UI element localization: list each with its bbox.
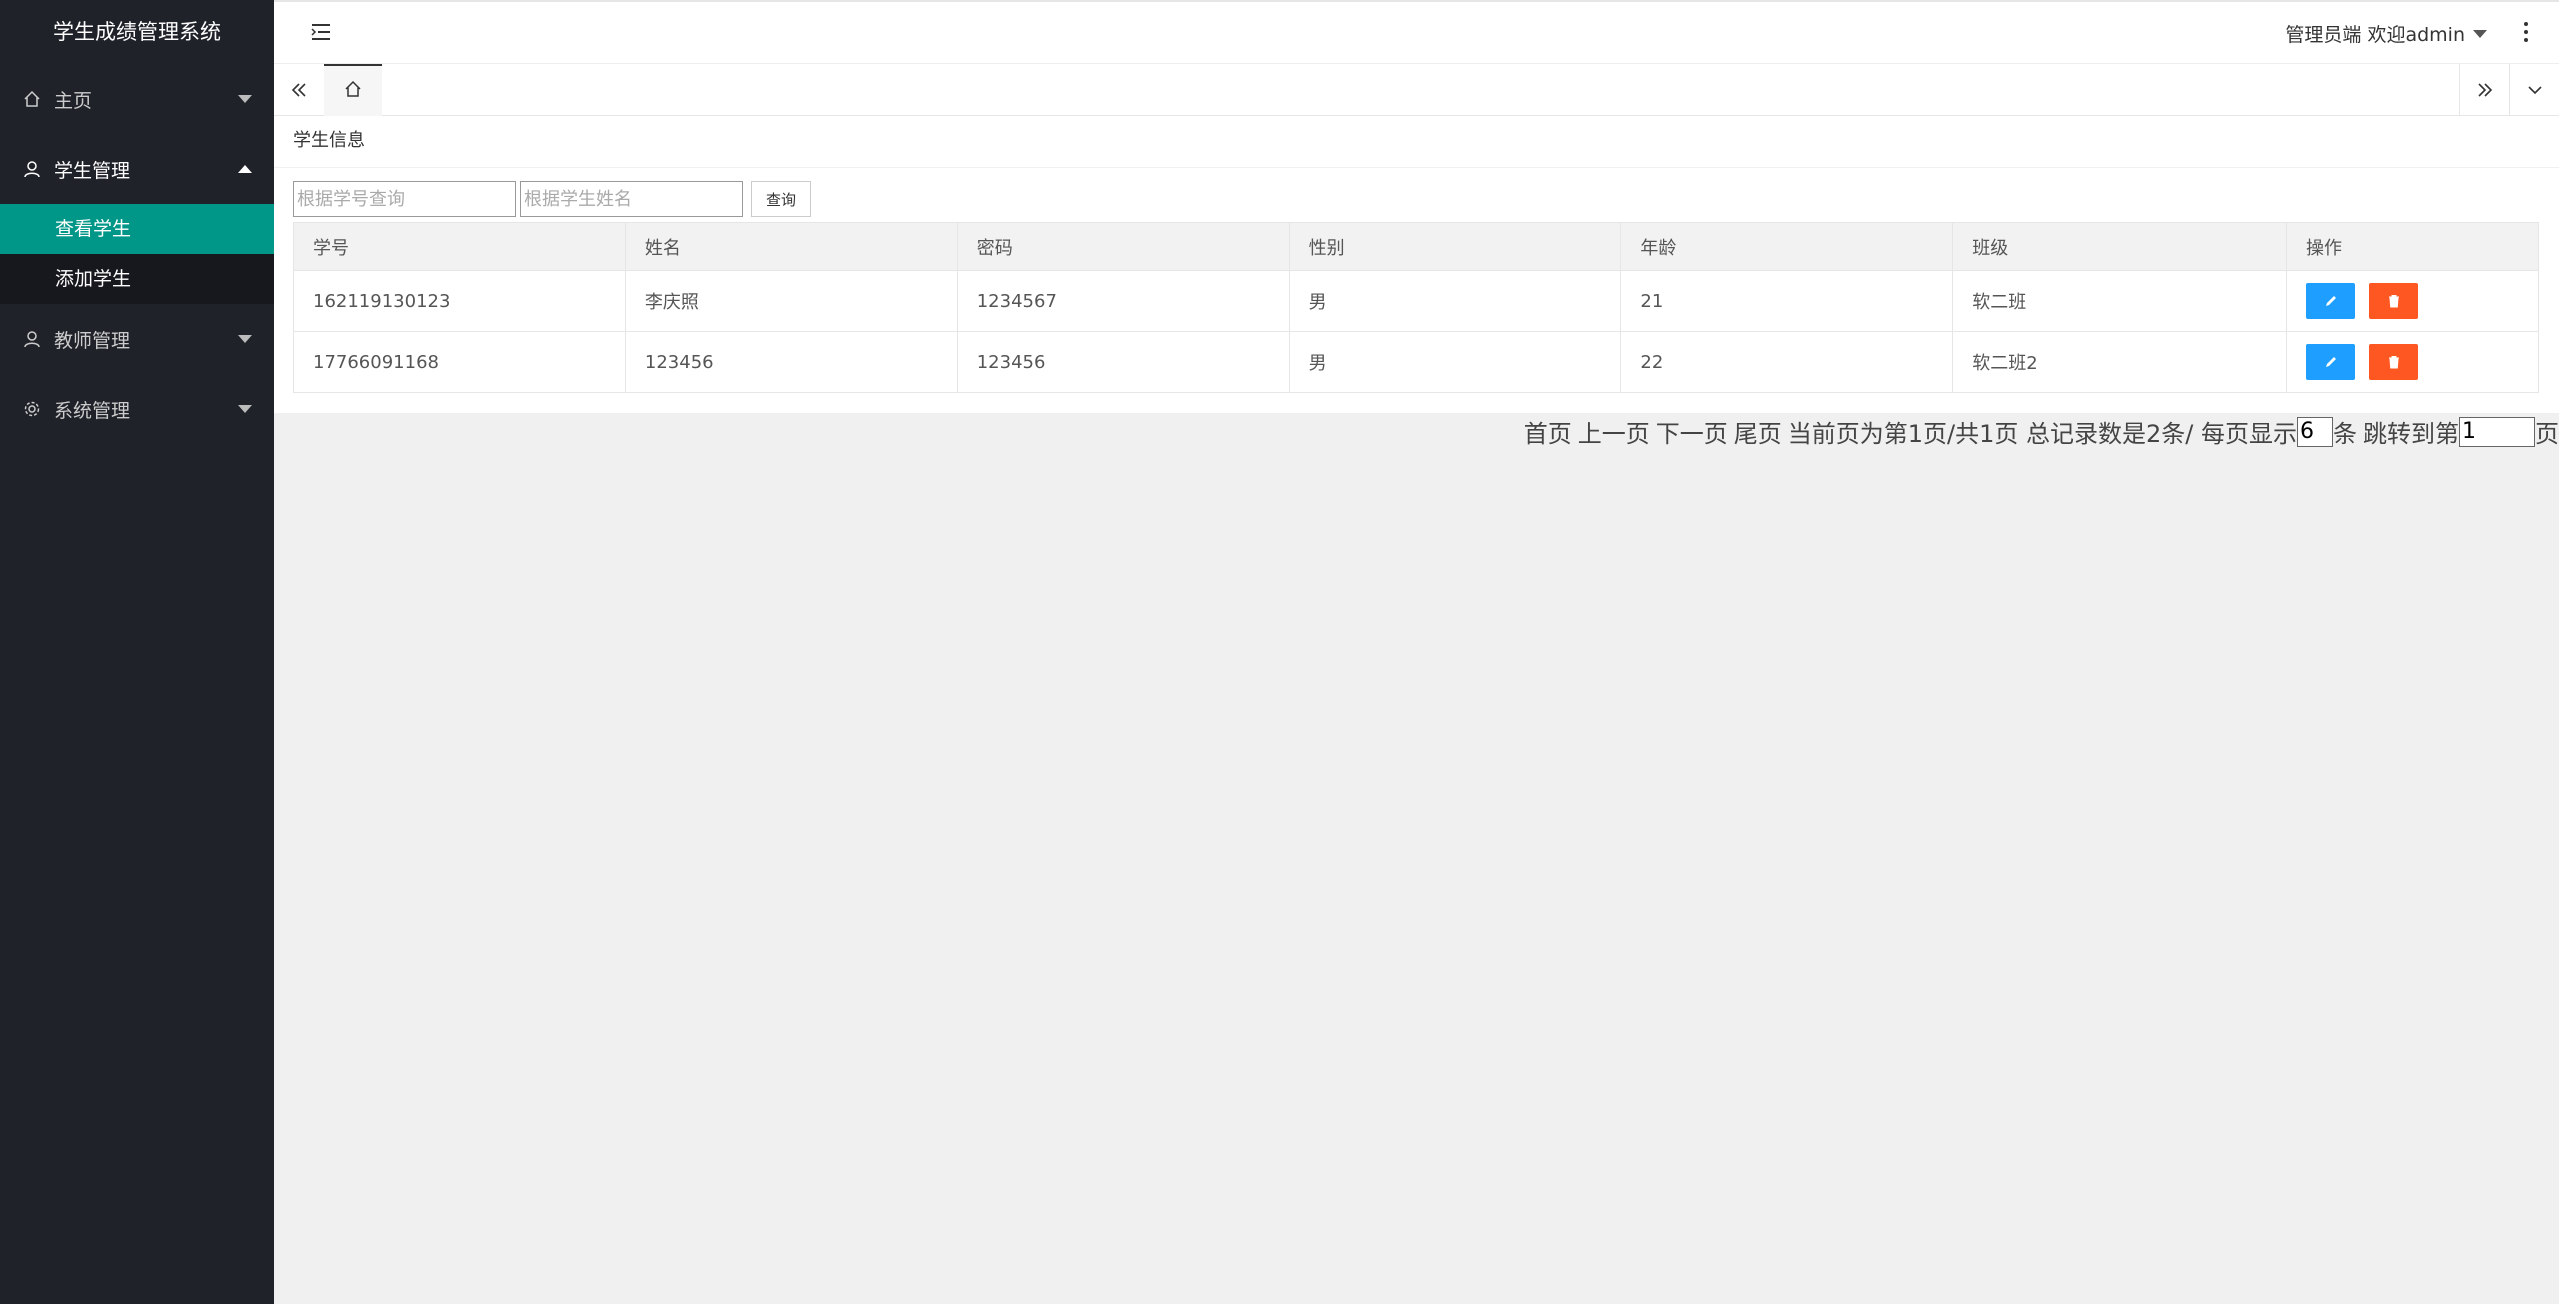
table-row: 162119130123 李庆照 1234567 男 21 软二班 — [293, 270, 2539, 332]
sidebar-item-label: 主页 — [54, 89, 93, 112]
column-header-gender: 性别 — [1288, 222, 1622, 271]
chevron-down-icon — [238, 335, 252, 343]
pagination: 首页 上一页 下一页 尾页 当前页为第1页/共1页 总记录数是2条/ 每页显示 … — [1524, 414, 2559, 449]
tab-home[interactable] — [324, 64, 382, 116]
sidebar-item-label: 教师管理 — [54, 329, 131, 352]
pencil-icon — [2325, 357, 2336, 367]
student-name-search-input[interactable] — [520, 181, 743, 217]
search-button[interactable]: 查询 — [751, 181, 812, 217]
tabs-scroll-left-icon[interactable] — [274, 64, 324, 116]
cell-password: 123456 — [956, 331, 1290, 393]
user-menu[interactable]: 管理员端 欢迎admin — [2285, 20, 2487, 47]
tab-bar — [274, 64, 2559, 116]
sidebar: 学生成绩管理系统 主页 学生管理 查看学生 添加学生 教师管理 系统管理 — [0, 0, 274, 1304]
sidebar-item-student-management[interactable]: 学生管理 — [0, 134, 274, 204]
cell-actions — [2286, 270, 2539, 332]
next-page-link[interactable]: 下一页 — [1656, 414, 1728, 449]
search-bar: 查询 — [293, 180, 2540, 218]
home-icon — [344, 80, 362, 102]
column-header-actions: 操作 — [2286, 222, 2539, 271]
delete-button[interactable] — [2369, 283, 2419, 319]
page-status-text: 当前页为第1页/共1页 总记录数是2条/ 每页显示 — [1787, 420, 2297, 448]
prev-page-link[interactable]: 上一页 — [1578, 414, 1650, 449]
student-info-panel: 学生信息 查询 学号 姓名 密码 性别 年龄 班级 — [274, 116, 2559, 413]
edit-button[interactable] — [2306, 283, 2356, 319]
cell-age: 21 — [1620, 270, 1954, 332]
cell-student-id: 162119130123 — [293, 270, 626, 332]
trash-icon — [2388, 356, 2399, 369]
user-icon — [22, 329, 42, 349]
trash-icon — [2388, 295, 2399, 308]
sidebar-item-home[interactable]: 主页 — [0, 64, 274, 134]
jump-page-input[interactable] — [2459, 416, 2535, 447]
gear-icon — [22, 399, 42, 419]
page-size-unit: 条 — [2333, 420, 2357, 448]
chevron-up-icon — [238, 165, 252, 173]
sidebar-item-label: 学生管理 — [54, 159, 131, 182]
tabs-menu-chevron-down-icon[interactable] — [2509, 64, 2559, 116]
more-options-icon[interactable] — [2521, 18, 2531, 46]
cell-class: 软二班2 — [1952, 331, 2288, 393]
chevron-down-icon — [238, 405, 252, 413]
page-title: 学生信息 — [274, 116, 2559, 168]
sidebar-item-label: 系统管理 — [54, 399, 131, 422]
column-header-name: 姓名 — [624, 222, 958, 271]
chevron-down-icon — [238, 95, 252, 103]
column-header-age: 年龄 — [1620, 222, 1954, 271]
cell-class: 软二班 — [1952, 270, 2288, 332]
page-size-input[interactable] — [2297, 416, 2333, 447]
student-id-search-input[interactable] — [293, 181, 516, 217]
home-icon — [22, 89, 42, 109]
cell-name: 123456 — [624, 331, 958, 393]
sidebar-item-system-management[interactable]: 系统管理 — [0, 374, 274, 444]
menu-toggle-icon[interactable] — [310, 22, 332, 42]
sidebar-item-view-students[interactable]: 查看学生 — [0, 204, 274, 254]
app-logo-title: 学生成绩管理系统 — [0, 0, 274, 64]
chevron-down-icon — [2473, 29, 2487, 38]
student-submenu: 查看学生 添加学生 — [0, 204, 274, 304]
edit-button[interactable] — [2306, 344, 2356, 380]
student-table: 学号 姓名 密码 性别 年龄 班级 操作 162119130123 李庆照 12… — [293, 222, 2539, 393]
top-header: 管理员端 欢迎admin — [274, 0, 2559, 64]
cell-password: 1234567 — [956, 270, 1290, 332]
user-icon — [22, 159, 42, 179]
cell-age: 22 — [1620, 331, 1954, 393]
cell-student-id: 17766091168 — [293, 331, 626, 393]
delete-button[interactable] — [2369, 344, 2419, 380]
cell-actions — [2286, 331, 2539, 393]
column-header-class: 班级 — [1952, 222, 2288, 271]
page-suffix: 页 — [2535, 420, 2559, 448]
pencil-icon — [2325, 296, 2336, 306]
cell-gender: 男 — [1288, 270, 1622, 332]
jump-label: 跳转到第 — [2363, 420, 2459, 448]
column-header-password: 密码 — [956, 222, 1290, 271]
column-header-student-id: 学号 — [293, 222, 626, 271]
sidebar-item-add-student[interactable]: 添加学生 — [0, 254, 274, 304]
main-content: 学生信息 查询 学号 姓名 密码 性别 年龄 班级 — [274, 116, 2559, 1304]
table-row: 17766091168 123456 123456 男 22 软二班2 — [293, 331, 2539, 393]
first-page-link[interactable]: 首页 — [1524, 414, 1572, 449]
cell-gender: 男 — [1288, 331, 1622, 393]
last-page-link[interactable]: 尾页 — [1734, 414, 1782, 449]
cell-name: 李庆照 — [624, 270, 958, 332]
table-header-row: 学号 姓名 密码 性别 年龄 班级 操作 — [293, 222, 2539, 271]
user-welcome-label: 管理员端 欢迎admin — [2285, 24, 2465, 46]
sidebar-item-teacher-management[interactable]: 教师管理 — [0, 304, 274, 374]
tabs-scroll-right-icon[interactable] — [2459, 64, 2509, 116]
